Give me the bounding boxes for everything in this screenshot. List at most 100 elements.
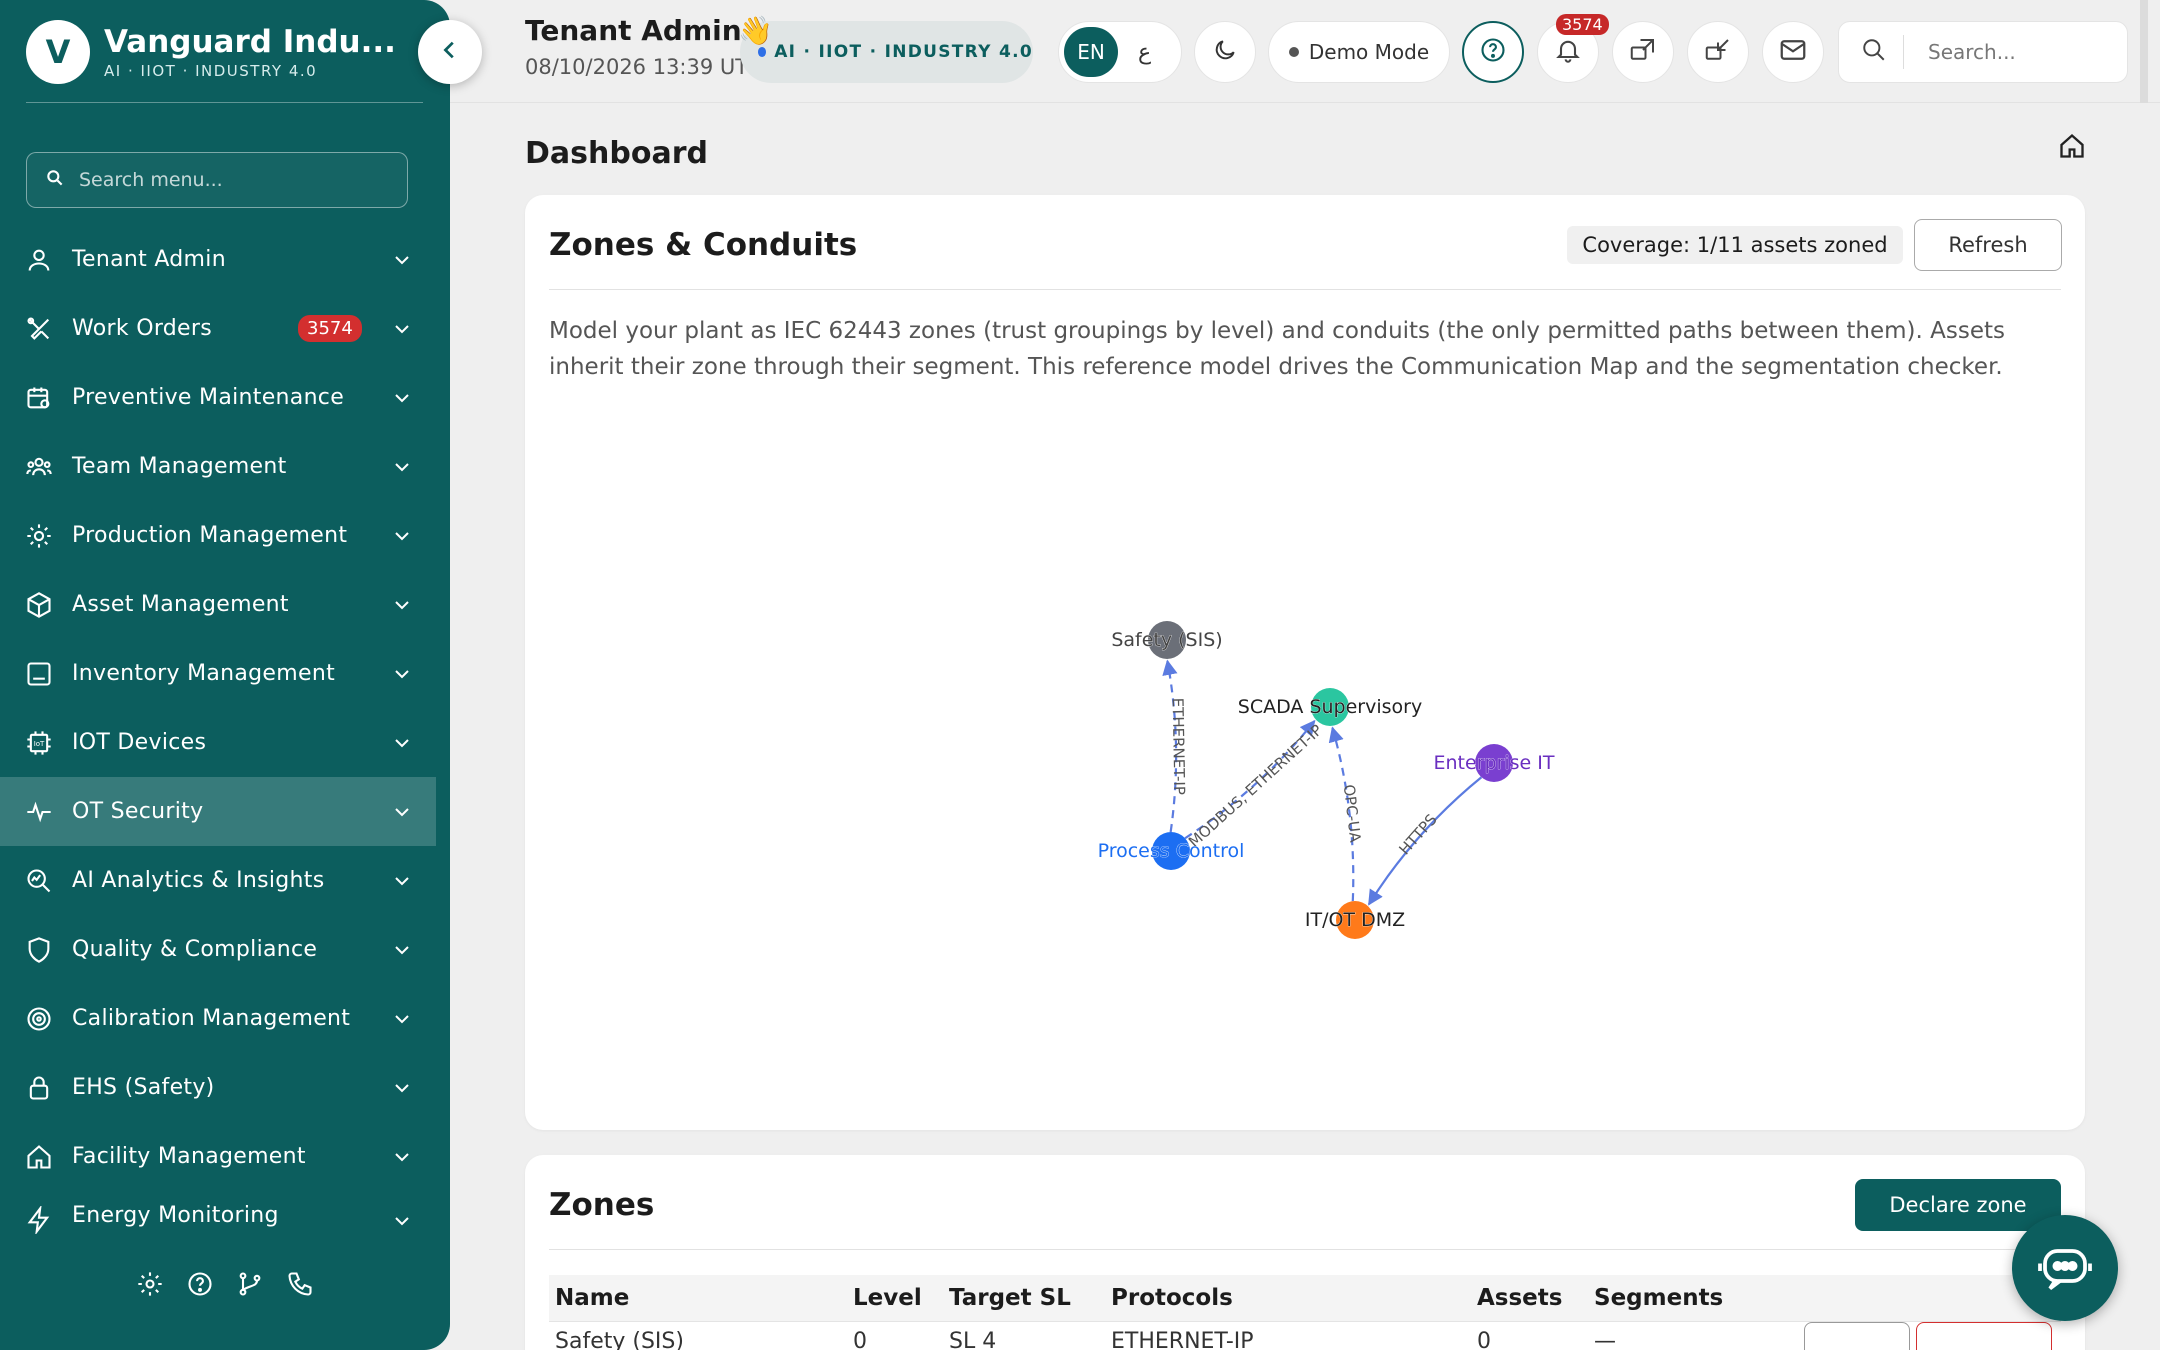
delete-button[interactable] <box>1916 1321 2052 1350</box>
chevron-down-icon <box>392 250 412 270</box>
cell-assets: 0 <box>1471 1320 1588 1350</box>
zone-conduit-graph[interactable]: ETHERNET-IPMODBUS, ETHERNET-IP OPC-UA HTTP… <box>525 195 2085 1130</box>
sidebar-item-team-management[interactable]: Team Management <box>0 432 436 501</box>
mail-icon <box>1778 35 1808 69</box>
scrollbar[interactable] <box>2140 0 2148 103</box>
cell-target-sl: SL 4 <box>943 1320 1105 1350</box>
sidebar-item-ai-analytics[interactable]: AI Analytics & Insights <box>0 846 436 915</box>
sidebar-item-label: Work Orders <box>72 316 212 341</box>
sidebar-item-preventive-maintenance[interactable]: Preventive Maintenance <box>0 363 436 432</box>
sidebar-item-ehs-safety[interactable]: EHS (Safety) <box>0 1053 436 1122</box>
global-search-input[interactable] <box>1928 40 2098 64</box>
table-header-row: Name Level Target SL Protocols Assets Se… <box>549 1275 2061 1321</box>
column-header[interactable]: Protocols <box>1105 1275 1471 1321</box>
sidebar-item-facility-management[interactable]: Facility Management <box>0 1122 436 1191</box>
declare-zone-button[interactable]: Declare zone <box>1855 1179 2061 1231</box>
help-icon <box>1479 36 1507 68</box>
home-icon[interactable] <box>2058 132 2086 164</box>
sidebar-item-asset-management[interactable]: Asset Management <box>0 570 436 639</box>
screen-expand-icon <box>1628 35 1658 69</box>
conduit-label: HTTPS <box>1395 811 1440 859</box>
chevron-down-icon <box>392 664 412 684</box>
team-icon <box>22 450 56 484</box>
sidebar-item-label: IOT Devices <box>72 730 207 755</box>
conduit-label: ETHERNET-IP <box>1169 698 1189 796</box>
zone-node-label: Process Control <box>1098 840 1245 862</box>
zone-node-label: Safety (SIS) <box>1111 629 1222 651</box>
moon-icon <box>1212 37 1238 67</box>
chevron-down-icon <box>392 871 412 891</box>
cube-icon <box>22 588 56 622</box>
sidebar-item-label: Tenant Admin <box>72 247 226 272</box>
help-icon[interactable] <box>186 1270 214 1298</box>
demo-mode-button[interactable]: Demo Mode <box>1268 21 1450 83</box>
chevron-left-icon <box>439 39 461 65</box>
sidebar-item-production-management[interactable]: Production Management <box>0 501 436 570</box>
menu-search[interactable] <box>26 152 408 208</box>
sidebar-item-iot-devices[interactable]: IoT IOT Devices <box>0 708 436 777</box>
edit-button[interactable] <box>1804 1321 1910 1350</box>
sidebar-footer <box>136 1270 314 1298</box>
status-dot <box>758 47 767 57</box>
sidebar-item-quality-compliance[interactable]: Quality & Compliance <box>0 915 436 984</box>
phone-icon[interactable] <box>286 1270 314 1298</box>
search-icon <box>1861 37 1887 67</box>
analytics-search-icon <box>22 864 56 898</box>
zone-node-label: IT/OT DMZ <box>1305 909 1405 931</box>
sidebar-item-label: Calibration Management <box>72 1006 351 1031</box>
sidebar-item-work-orders[interactable]: Work Orders 3574 <box>0 294 436 363</box>
sidebar-item-label: Energy Monitoring <box>72 1203 279 1228</box>
box-icon <box>22 657 56 691</box>
cell-segments: — <box>1588 1320 1798 1350</box>
expand-button[interactable] <box>1612 21 1674 83</box>
sidebar-item-ot-security[interactable]: OT Security <box>0 777 436 846</box>
brand-logo: V <box>26 20 90 84</box>
top-bar: Tenant Admin 08/10/2026 13:39 UTC AI · I… <box>450 0 2160 103</box>
lang-ar-option[interactable]: ع <box>1138 40 1151 65</box>
sidebar-item-label: Team Management <box>72 454 287 479</box>
chevron-down-icon <box>392 940 412 960</box>
theme-toggle-button[interactable] <box>1194 21 1256 83</box>
cell-actions <box>1798 1320 2061 1350</box>
column-header[interactable]: Name <box>549 1275 847 1321</box>
brand[interactable]: V Vanguard Indu... AI · IIOT · INDUSTRY … <box>26 20 396 84</box>
sidebar-item-energy-monitoring[interactable]: Energy Monitoring <box>0 1191 436 1249</box>
collapse-sidebar-button[interactable] <box>418 20 482 84</box>
sidebar-item-label: Asset Management <box>72 592 289 617</box>
zone-node-label: Enterprise IT <box>1434 752 1555 774</box>
status-dot <box>1288 47 1299 57</box>
column-header[interactable]: Assets <box>1471 1275 1588 1321</box>
column-header[interactable]: Level <box>847 1275 943 1321</box>
svg-text:IoT: IoT <box>34 739 45 747</box>
global-search[interactable] <box>1838 21 2128 83</box>
sidebar-item-tenant-admin[interactable]: Tenant Admin <box>0 225 436 294</box>
column-header[interactable]: Target SL <box>943 1275 1105 1321</box>
brand-name: Vanguard Indu... <box>104 24 396 60</box>
zone-node-label: SCADA Supervisory <box>1238 696 1422 718</box>
menu-search-input[interactable] <box>79 169 399 191</box>
sidebar-item-label: Facility Management <box>72 1144 306 1169</box>
shield-icon <box>22 933 56 967</box>
chatbot-icon <box>2035 1236 2095 1300</box>
git-branch-icon[interactable] <box>236 1270 264 1298</box>
collapse-button[interactable] <box>1687 21 1749 83</box>
divider <box>1903 35 1904 69</box>
messages-button[interactable] <box>1762 21 1824 83</box>
settings-icon[interactable] <box>136 1270 164 1298</box>
column-header[interactable]: Segments <box>1588 1275 1798 1321</box>
notifications-button[interactable]: 3574 <box>1537 14 1609 83</box>
conduit-edge[interactable] <box>1367 776 1483 906</box>
table-row[interactable]: Safety (SIS) 0 SL 4 ETHERNET-IP 0 — <box>549 1320 2061 1350</box>
user-icon <box>22 243 56 277</box>
conduit-label: MODBUS, ETHERNET-IP <box>1185 721 1326 851</box>
user-context: Tenant Admin 08/10/2026 13:39 UTC <box>525 14 762 79</box>
help-button[interactable] <box>1462 21 1524 83</box>
sidebar-item-calibration-management[interactable]: Calibration Management <box>0 984 436 1053</box>
timestamp: 08/10/2026 13:39 UTC <box>525 55 762 79</box>
lang-en-option[interactable]: EN <box>1064 27 1118 77</box>
chat-assistant-button[interactable] <box>2012 1215 2118 1321</box>
sidebar-item-inventory-management[interactable]: Inventory Management <box>0 639 436 708</box>
sidebar-item-label: Inventory Management <box>72 661 335 686</box>
cell-name: Safety (SIS) <box>549 1320 847 1350</box>
language-toggle[interactable]: EN ع <box>1058 21 1182 83</box>
